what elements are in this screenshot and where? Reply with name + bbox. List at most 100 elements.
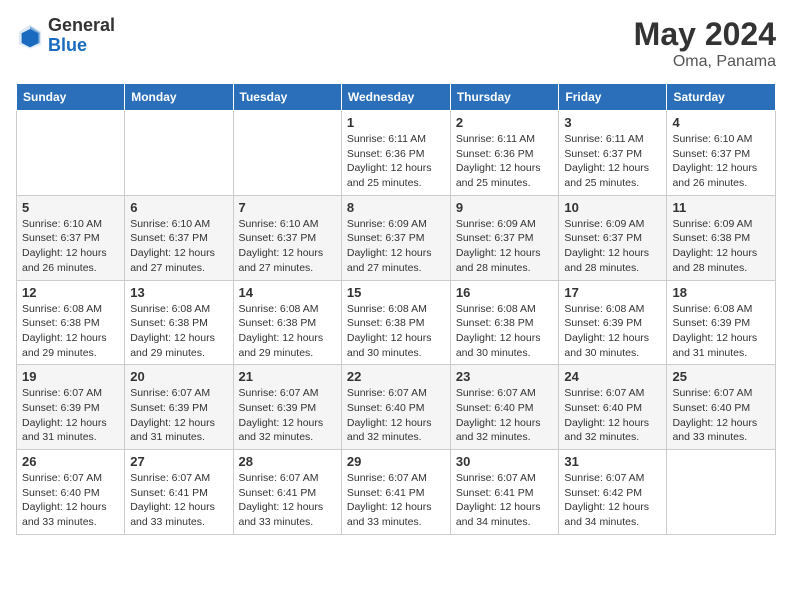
calendar-cell: 23 Sunrise: 6:07 AM Sunset: 6:40 PM Dayli… xyxy=(450,365,559,450)
calendar-cell: 31Sunrise: 6:07 AM Sunset: 6:42 PM Dayli… xyxy=(559,450,667,535)
day-info: Sunrise: 6:08 AM Sunset: 6:38 PM Dayligh… xyxy=(347,302,445,361)
calendar-cell: 11 Sunrise: 6:09 AM Sunset: 6:38 PM Dayli… xyxy=(667,195,776,280)
day-number: 2 xyxy=(456,115,554,130)
day-number: 1 xyxy=(347,115,445,130)
calendar-cell: 29Sunrise: 6:07 AM Sunset: 6:41 PM Dayli… xyxy=(341,450,450,535)
day-info: Sunrise: 6:09 AM Sunset: 6:38 PM Dayligh… xyxy=(672,217,770,276)
week-row-4: 19 Sunrise: 6:07 AM Sunset: 6:39 PM Dayli… xyxy=(17,365,776,450)
calendar-header-row: SundayMondayTuesdayWednesdayThursdayFrid… xyxy=(17,84,776,111)
day-info: Sunrise: 6:08 AM Sunset: 6:38 PM Dayligh… xyxy=(22,302,119,361)
day-info: Sunrise: 6:07 AM Sunset: 6:40 PM Dayligh… xyxy=(347,386,445,445)
day-number: 15 xyxy=(347,285,445,300)
calendar-cell: 26Sunrise: 6:07 AM Sunset: 6:40 PM Dayli… xyxy=(17,450,125,535)
calendar-cell: 17 Sunrise: 6:08 AM Sunset: 6:39 PM Dayli… xyxy=(559,280,667,365)
day-number: 31 xyxy=(564,454,661,469)
day-info: Sunrise: 6:11 AM Sunset: 6:36 PM Dayligh… xyxy=(347,132,445,191)
calendar-cell: 14 Sunrise: 6:08 AM Sunset: 6:38 PM Dayli… xyxy=(233,280,341,365)
calendar-cell: 9Sunrise: 6:09 AM Sunset: 6:37 PM Daylig… xyxy=(450,195,559,280)
week-row-5: 26Sunrise: 6:07 AM Sunset: 6:40 PM Dayli… xyxy=(17,450,776,535)
calendar-cell: 6 Sunrise: 6:10 AM Sunset: 6:37 PM Daylig… xyxy=(125,195,233,280)
day-number: 11 xyxy=(672,200,770,215)
calendar-cell xyxy=(667,450,776,535)
calendar-cell: 8 Sunrise: 6:09 AM Sunset: 6:37 PM Daylig… xyxy=(341,195,450,280)
calendar-cell: 18Sunrise: 6:08 AM Sunset: 6:39 PM Dayli… xyxy=(667,280,776,365)
calendar-cell: 25 Sunrise: 6:07 AM Sunset: 6:40 PM Dayli… xyxy=(667,365,776,450)
day-info: Sunrise: 6:08 AM Sunset: 6:38 PM Dayligh… xyxy=(130,302,227,361)
calendar-cell xyxy=(233,111,341,196)
col-header-saturday: Saturday xyxy=(667,84,776,111)
week-row-3: 12 Sunrise: 6:08 AM Sunset: 6:38 PM Dayli… xyxy=(17,280,776,365)
col-header-wednesday: Wednesday xyxy=(341,84,450,111)
calendar-cell: 16Sunrise: 6:08 AM Sunset: 6:38 PM Dayli… xyxy=(450,280,559,365)
calendar-cell: 10 Sunrise: 6:09 AM Sunset: 6:37 PM Dayli… xyxy=(559,195,667,280)
day-info: Sunrise: 6:07 AM Sunset: 6:39 PM Dayligh… xyxy=(130,386,227,445)
day-info: Sunrise: 6:07 AM Sunset: 6:41 PM Dayligh… xyxy=(456,471,554,530)
day-number: 23 xyxy=(456,369,554,384)
day-number: 19 xyxy=(22,369,119,384)
day-number: 8 xyxy=(347,200,445,215)
day-number: 21 xyxy=(239,369,336,384)
calendar-cell: 15 Sunrise: 6:08 AM Sunset: 6:38 PM Dayli… xyxy=(341,280,450,365)
calendar-cell: 12 Sunrise: 6:08 AM Sunset: 6:38 PM Dayli… xyxy=(17,280,125,365)
calendar-cell: 2 Sunrise: 6:11 AM Sunset: 6:36 PM Daylig… xyxy=(450,111,559,196)
page-header: General Blue May 2024 Oma, Panama xyxy=(16,16,776,71)
week-row-1: 1 Sunrise: 6:11 AM Sunset: 6:36 PM Daylig… xyxy=(17,111,776,196)
day-number: 30 xyxy=(456,454,554,469)
calendar-cell: 20 Sunrise: 6:07 AM Sunset: 6:39 PM Dayli… xyxy=(125,365,233,450)
day-info: Sunrise: 6:08 AM Sunset: 6:38 PM Dayligh… xyxy=(456,302,554,361)
day-info: Sunrise: 6:08 AM Sunset: 6:38 PM Dayligh… xyxy=(239,302,336,361)
day-number: 22 xyxy=(347,369,445,384)
calendar-table: SundayMondayTuesdayWednesdayThursdayFrid… xyxy=(16,83,776,535)
day-info: Sunrise: 6:10 AM Sunset: 6:37 PM Dayligh… xyxy=(22,217,119,276)
col-header-thursday: Thursday xyxy=(450,84,559,111)
day-info: Sunrise: 6:07 AM Sunset: 6:39 PM Dayligh… xyxy=(239,386,336,445)
day-info: Sunrise: 6:09 AM Sunset: 6:37 PM Dayligh… xyxy=(347,217,445,276)
day-number: 4 xyxy=(672,115,770,130)
calendar-cell: 27 Sunrise: 6:07 AM Sunset: 6:41 PM Dayli… xyxy=(125,450,233,535)
day-number: 17 xyxy=(564,285,661,300)
day-number: 26 xyxy=(22,454,119,469)
day-number: 10 xyxy=(564,200,661,215)
day-info: Sunrise: 6:09 AM Sunset: 6:37 PM Dayligh… xyxy=(456,217,554,276)
col-header-monday: Monday xyxy=(125,84,233,111)
day-number: 12 xyxy=(22,285,119,300)
day-number: 6 xyxy=(130,200,227,215)
calendar-cell xyxy=(17,111,125,196)
col-header-sunday: Sunday xyxy=(17,84,125,111)
day-number: 20 xyxy=(130,369,227,384)
col-header-friday: Friday xyxy=(559,84,667,111)
day-info: Sunrise: 6:07 AM Sunset: 6:40 PM Dayligh… xyxy=(672,386,770,445)
day-number: 5 xyxy=(22,200,119,215)
day-info: Sunrise: 6:07 AM Sunset: 6:39 PM Dayligh… xyxy=(22,386,119,445)
day-info: Sunrise: 6:07 AM Sunset: 6:41 PM Dayligh… xyxy=(130,471,227,530)
day-number: 3 xyxy=(564,115,661,130)
day-number: 13 xyxy=(130,285,227,300)
day-info: Sunrise: 6:10 AM Sunset: 6:37 PM Dayligh… xyxy=(130,217,227,276)
logo-general: General xyxy=(48,15,115,35)
day-info: Sunrise: 6:07 AM Sunset: 6:40 PM Dayligh… xyxy=(456,386,554,445)
day-info: Sunrise: 6:07 AM Sunset: 6:40 PM Dayligh… xyxy=(564,386,661,445)
day-number: 24 xyxy=(564,369,661,384)
calendar-cell: 22 Sunrise: 6:07 AM Sunset: 6:40 PM Dayli… xyxy=(341,365,450,450)
month-year-title: May 2024 xyxy=(634,16,776,53)
day-number: 25 xyxy=(672,369,770,384)
calendar-cell: 3Sunrise: 6:11 AM Sunset: 6:37 PM Daylig… xyxy=(559,111,667,196)
day-info: Sunrise: 6:08 AM Sunset: 6:39 PM Dayligh… xyxy=(672,302,770,361)
day-info: Sunrise: 6:11 AM Sunset: 6:36 PM Dayligh… xyxy=(456,132,554,191)
col-header-tuesday: Tuesday xyxy=(233,84,341,111)
calendar-cell: 5 Sunrise: 6:10 AM Sunset: 6:37 PM Daylig… xyxy=(17,195,125,280)
day-info: Sunrise: 6:09 AM Sunset: 6:37 PM Dayligh… xyxy=(564,217,661,276)
calendar-cell: 28Sunrise: 6:07 AM Sunset: 6:41 PM Dayli… xyxy=(233,450,341,535)
calendar-cell: 24 Sunrise: 6:07 AM Sunset: 6:40 PM Dayli… xyxy=(559,365,667,450)
calendar-cell: 7Sunrise: 6:10 AM Sunset: 6:37 PM Daylig… xyxy=(233,195,341,280)
calendar-cell: 19 Sunrise: 6:07 AM Sunset: 6:39 PM Dayli… xyxy=(17,365,125,450)
calendar-cell: 21 Sunrise: 6:07 AM Sunset: 6:39 PM Dayli… xyxy=(233,365,341,450)
day-info: Sunrise: 6:10 AM Sunset: 6:37 PM Dayligh… xyxy=(239,217,336,276)
day-number: 29 xyxy=(347,454,445,469)
logo-icon xyxy=(16,22,44,50)
day-number: 14 xyxy=(239,285,336,300)
day-info: Sunrise: 6:07 AM Sunset: 6:41 PM Dayligh… xyxy=(239,471,336,530)
calendar-cell: 4Sunrise: 6:10 AM Sunset: 6:37 PM Daylig… xyxy=(667,111,776,196)
day-number: 27 xyxy=(130,454,227,469)
day-info: Sunrise: 6:08 AM Sunset: 6:39 PM Dayligh… xyxy=(564,302,661,361)
